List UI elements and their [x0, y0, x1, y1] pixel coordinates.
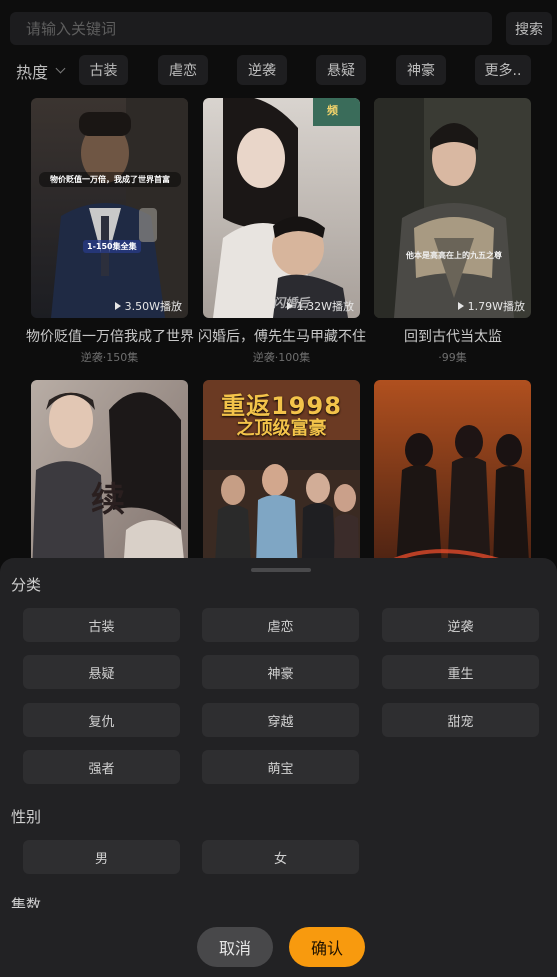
filter-chip[interactable]: 虐恋: [158, 55, 208, 85]
gender-option[interactable]: 女: [202, 840, 359, 874]
search-box[interactable]: [10, 12, 492, 45]
filter-chip[interactable]: 古装: [79, 55, 128, 85]
chevron-down-icon: [55, 63, 66, 74]
poster-title-art: 续: [91, 480, 125, 520]
play-icon: [286, 302, 293, 310]
category-option[interactable]: 穿越: [202, 703, 359, 737]
drama-poster: 频 闪婚后 1.32W播放: [203, 98, 360, 318]
category-option[interactable]: 重生: [382, 655, 539, 689]
play-count-text: 3.50W播放: [124, 300, 182, 313]
play-icon: [457, 302, 464, 310]
gender-section-title: 性别: [11, 808, 42, 826]
drama-card[interactable]: 物价贬值一万倍，我成了世界首富 1-150集全集 3.50W播放 物价贬值一万倍…: [26, 98, 194, 365]
search-button[interactable]: 搜索: [506, 12, 552, 45]
drama-title: 物价贬值一万倍我成了世界: [26, 329, 194, 345]
episodes-section-title: 集数: [11, 896, 42, 908]
poster-logo: 频: [327, 104, 338, 117]
drama-title: 回到古代当太监: [404, 329, 502, 345]
category-option[interactable]: 虐恋: [202, 608, 359, 642]
filter-chip[interactable]: 神豪: [396, 55, 446, 85]
poster-badge: 1-150集全集: [83, 240, 141, 253]
poster-caption: 他本是高高在上的九五之尊: [406, 251, 502, 260]
filter-chip[interactable]: 逆袭: [237, 55, 287, 85]
play-count: 3.50W播放: [114, 298, 182, 314]
category-option[interactable]: 萌宝: [202, 750, 359, 784]
play-count-text: 1.32W播放: [296, 300, 354, 313]
drama-card[interactable]: 他本是高高在上的九五之尊 1.79W播放 回到古代当太监 ·99集: [374, 98, 531, 365]
drama-meta: 逆袭·150集: [80, 351, 139, 364]
play-count: 1.32W播放: [286, 298, 354, 314]
search-input[interactable]: [10, 12, 492, 45]
category-option[interactable]: 逆袭: [382, 608, 539, 642]
more-filters-chip[interactable]: 更多..: [475, 55, 531, 85]
sheet-drag-handle[interactable]: [251, 568, 311, 572]
category-option[interactable]: 甜宠: [382, 703, 539, 737]
confirm-button[interactable]: 确认: [289, 927, 365, 967]
play-count: 1.79W播放: [457, 298, 525, 314]
sort-label: 热度: [16, 63, 49, 82]
play-count-text: 1.79W播放: [467, 300, 525, 313]
poster-subtitle-art: 之顶级富豪: [236, 418, 327, 439]
gender-option[interactable]: 男: [23, 840, 180, 874]
filter-chip[interactable]: 悬疑: [316, 55, 366, 85]
drama-card[interactable]: 频 闪婚后 1.32W播放 闪婚后，傅先生马甲藏不住 逆袭·100集: [198, 98, 366, 365]
category-section-title: 分类: [11, 576, 42, 594]
drama-meta: 逆袭·100集: [252, 351, 311, 364]
play-icon: [114, 302, 121, 310]
filter-sheet: 分类 古装 虐恋 逆袭 悬疑 神豪 重生 复仇 穿越 甜宠 强者 萌宝 性别 男…: [0, 558, 557, 977]
category-option[interactable]: 神豪: [202, 655, 359, 689]
sort-dropdown[interactable]: 热度: [16, 58, 66, 84]
drama-poster: 物价贬值一万倍，我成了世界首富 1-150集全集 3.50W播放: [31, 98, 188, 318]
drama-poster: 他本是高高在上的九五之尊 1.79W播放: [374, 98, 531, 318]
category-option[interactable]: 复仇: [23, 703, 180, 737]
cancel-button[interactable]: 取消: [197, 927, 273, 967]
drama-meta: ·99集: [438, 351, 467, 364]
drama-title: 闪婚后，傅先生马甲藏不住: [198, 329, 366, 345]
poster-caption: 物价贬值一万倍，我成了世界首富: [39, 172, 181, 187]
category-option[interactable]: 强者: [23, 750, 180, 784]
category-option[interactable]: 悬疑: [23, 655, 180, 689]
category-option[interactable]: 古装: [23, 608, 180, 642]
